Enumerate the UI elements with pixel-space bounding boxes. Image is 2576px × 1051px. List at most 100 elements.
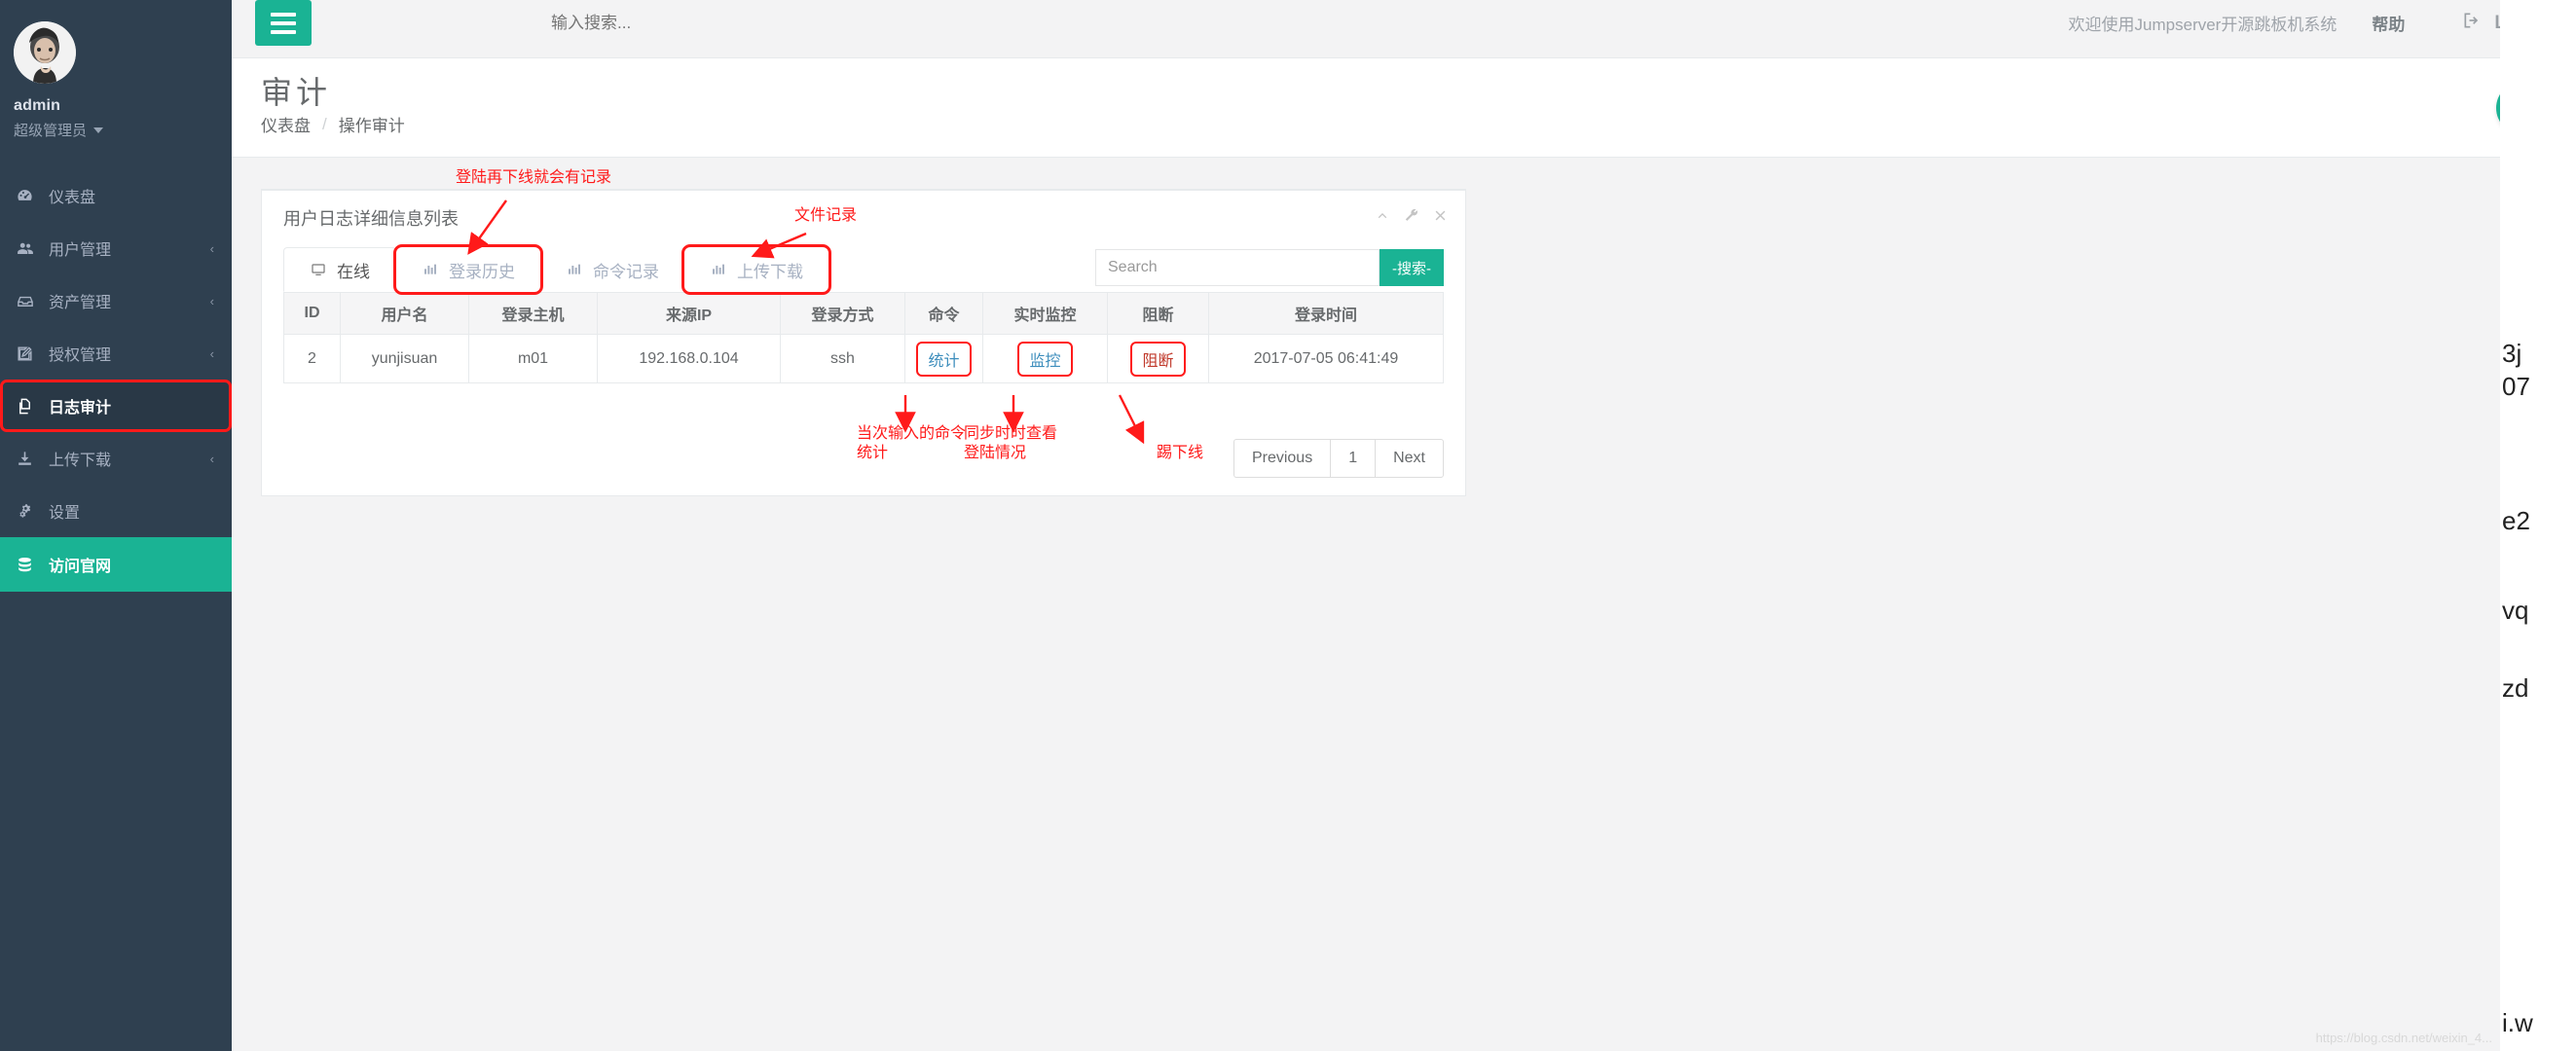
topbar: 欢迎使用Jumpserver开源跳板机系统 帮助 Log out [232,0,2576,58]
sidebar-item-arrow: ‹ [209,293,214,308]
sidebar-item-asset-management[interactable]: 资产管理 ‹ [0,274,232,327]
hamburger-icon[interactable] [255,0,312,46]
sidebar-item-label: 资产管理 [49,295,112,311]
download-icon [16,450,41,468]
avatar[interactable] [14,21,76,84]
panel-tabs: 在线 登录历史 命令记录 上传下载 Search -搜索- [262,244,1465,295]
database-icon [16,556,41,574]
sidebar-item-label: 仪表盘 [49,190,96,206]
app-root: admin 超级管理员 仪表盘 用户管理 ‹ 资产管理 ‹ 授权管理 ‹ 日志审… [0,0,2576,1051]
sidebar-profile: admin 超级管理员 [0,0,232,156]
monitor-icon [310,262,327,277]
tab-login-history[interactable]: 登录历史 [393,244,543,295]
pagination-page-1[interactable]: 1 [1330,439,1377,478]
sidebar-item-arrow: ‹ [209,240,214,256]
strip-fragment: 3j [2502,339,2522,368]
user-avatar-icon [14,21,76,84]
sidebar-item-label: 访问官网 [49,559,112,575]
watermark: https://blog.csdn.net/weixin_4... [2315,1031,2492,1045]
tab-command-record[interactable]: 命令记录 [540,247,684,292]
tab-label: 在线 [337,262,370,281]
chevron-down-icon [93,127,104,133]
pagination-previous[interactable]: Previous [1233,439,1332,478]
table-search-group: -搜索- [1095,249,1444,286]
col-source-ip: 来源IP [597,292,781,335]
inbox-icon [16,292,41,310]
tab-upload-download[interactable]: 上传下载 [681,244,831,295]
sidebar-item-permission-management[interactable]: 授权管理 ‹ [0,327,232,380]
tab-label: 登录历史 [449,262,515,281]
users-icon [16,239,41,258]
wrench-icon[interactable] [1404,208,1419,229]
topbar-right-group: 欢迎使用Jumpserver开源跳板机系统 帮助 Log out [2069,0,2562,46]
table-search-button[interactable]: -搜索- [1380,249,1444,286]
page-title: 审计 [261,75,332,110]
tab-online[interactable]: 在线 [283,247,396,292]
cell-block: 阻断 [1107,334,1209,383]
cell-monitor: 监控 [982,334,1108,383]
col-login-method: 登录方式 [780,292,905,335]
dashboard-icon [16,187,41,205]
sidebar-item-label: 上传下载 [49,453,112,469]
right-edge-strip: 3j 07 e2 vq zd i.w [2500,0,2576,1051]
pagination: Previous 1 Next [1233,439,1444,478]
gears-icon [16,502,41,521]
strip-fragment: zd [2502,673,2529,703]
sign-out-icon [2461,11,2483,36]
block-link[interactable]: 阻断 [1130,341,1186,377]
col-host: 登录主机 [468,292,598,335]
sidebar-item-user-management[interactable]: 用户管理 ‹ [0,222,232,274]
col-id: ID [283,292,341,335]
files-icon [16,397,41,416]
sidebar-item-log-audit[interactable]: 日志审计 [0,380,232,432]
profile-role[interactable]: 超级管理员 [14,120,232,140]
col-username: 用户名 [340,292,469,335]
strip-fragment: vq [2502,596,2529,625]
profile-username: admin [14,97,61,114]
search-input[interactable] [551,0,960,46]
panel-title: 用户日志详细信息列表 [283,209,459,229]
breadcrumb-item-current: 操作审计 [338,117,405,135]
help-link[interactable]: 帮助 [2372,11,2405,35]
edit-icon [16,344,41,363]
pagination-next[interactable]: Next [1375,439,1444,478]
col-command: 命令 [904,292,983,335]
sidebar: admin 超级管理员 仪表盘 用户管理 ‹ 资产管理 ‹ 授权管理 ‹ 日志审… [0,0,232,1051]
sidebar-item-upload-download[interactable]: 上传下载 ‹ [0,432,232,485]
content-area: 用户日志详细信息列表 在线 登录历史 命令记录 上传下载 Search -搜索-… [232,158,2576,1051]
command-stat-link[interactable]: 统计 [916,341,972,377]
sidebar-item-arrow: ‹ [209,451,214,466]
strip-fragment: i.w [2502,1008,2533,1037]
cell-host: m01 [468,334,598,383]
user-log-panel: 用户日志详细信息列表 在线 登录历史 命令记录 上传下载 Search -搜索-… [261,189,1466,496]
col-block: 阻断 [1107,292,1209,335]
sidebar-item-arrow: ‹ [209,345,214,361]
anno-login-history: 登陆再下线就会有记录 [456,169,612,186]
sidebar-nav: 仪表盘 用户管理 ‹ 资产管理 ‹ 授权管理 ‹ 日志审计 上传下载 ‹ 设置 … [0,169,232,592]
breadcrumb-item-dashboard[interactable]: 仪表盘 [261,112,311,136]
chart-icon [710,262,727,277]
panel-header: 用户日志详细信息列表 [262,191,1465,245]
close-icon[interactable] [1433,208,1448,228]
cell-id: 2 [283,334,341,383]
collapse-chevron-icon[interactable] [1375,209,1390,227]
breadcrumb: 仪表盘 / 操作审计 [261,112,405,136]
sidebar-item-dashboard[interactable]: 仪表盘 [0,169,232,222]
tab-label: 上传下载 [737,262,803,281]
chart-icon [422,262,439,277]
col-login-time: 登录时间 [1208,292,1444,335]
strip-fragment: 07 [2502,372,2530,401]
user-log-table: ID 用户名 登录主机 来源IP 登录方式 命令 实时监控 阻断 登录时间 2 [283,292,1444,383]
profile-role-label: 超级管理员 [14,123,88,139]
sidebar-item-label: 日志审计 [49,400,112,417]
sidebar-item-official-site[interactable]: 访问官网 [0,537,232,592]
strip-fragment: e2 [2502,506,2530,535]
sidebar-item-settings[interactable]: 设置 [0,485,232,537]
table-row: 2 yunjisuan m01 192.168.0.104 ssh 统计 监控 … [283,334,1444,383]
cell-login-time: 2017-07-05 06:41:49 [1208,334,1444,383]
cell-login-method: ssh [780,334,905,383]
table-search-input[interactable] [1095,249,1380,286]
chart-icon [566,262,583,277]
sidebar-item-label: 用户管理 [49,242,112,259]
monitor-link[interactable]: 监控 [1017,341,1073,377]
